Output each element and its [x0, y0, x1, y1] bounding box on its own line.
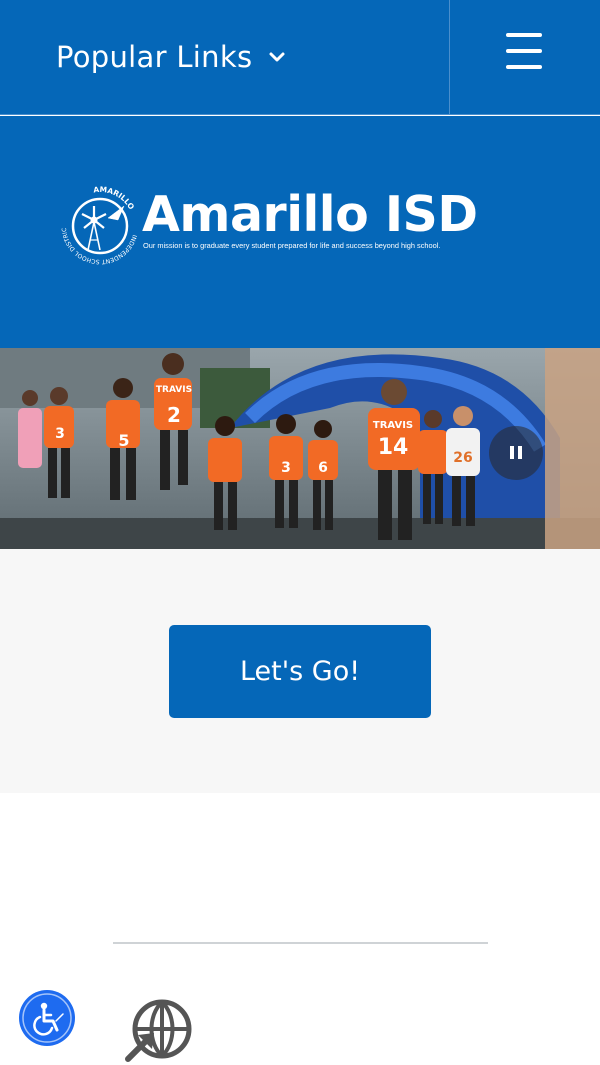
jersey-number: 3	[55, 426, 65, 442]
top-bar: Popular Links	[0, 0, 600, 115]
lets-go-button[interactable]: Let's Go!	[169, 625, 431, 718]
jersey-number: 5	[118, 431, 129, 450]
hero-pause-button[interactable]	[489, 426, 543, 480]
accessibility-icon	[22, 993, 72, 1043]
jersey-number: 3	[281, 460, 291, 476]
translate-globe-icon[interactable]	[124, 997, 194, 1063]
popular-links-label: Popular Links	[56, 40, 253, 74]
jersey-name: TRAVIS	[156, 385, 192, 395]
chevron-down-icon	[269, 52, 285, 62]
jersey-number: 14	[378, 435, 409, 460]
popular-links-dropdown[interactable]: Popular Links	[56, 36, 286, 78]
district-seal-logo[interactable]: AMARILLO INDEPENDENT SCHOOL DISTRICT	[58, 184, 142, 268]
jersey-number: 2	[167, 403, 181, 427]
brand-banner: AMARILLO INDEPENDENT SCHOOL DISTRICT Ama…	[0, 116, 600, 348]
accessibility-button[interactable]	[19, 990, 75, 1046]
jersey-number: 6	[318, 460, 328, 476]
hamburger-menu-icon[interactable]	[500, 27, 548, 75]
jersey-name: TRAVIS	[373, 420, 413, 431]
brand-name[interactable]: Amarillo ISD	[142, 186, 478, 243]
jersey-number: 26	[453, 450, 472, 466]
windmill-icon	[81, 205, 125, 251]
pause-icon	[510, 446, 522, 459]
brand-tagline: Our mission is to graduate every student…	[143, 241, 441, 250]
header-divider	[449, 0, 450, 115]
section-divider	[113, 942, 488, 944]
